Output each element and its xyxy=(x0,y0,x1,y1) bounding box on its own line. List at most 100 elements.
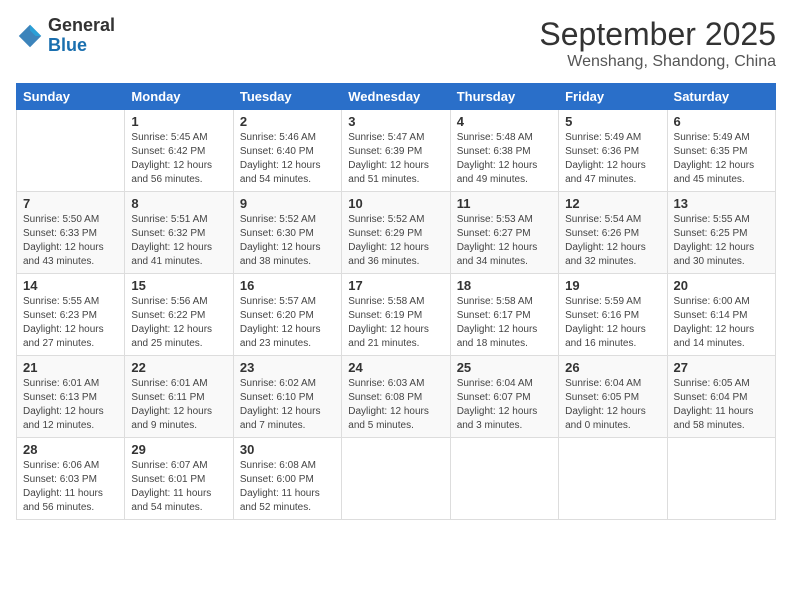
calendar-cell: 5Sunrise: 5:49 AM Sunset: 6:36 PM Daylig… xyxy=(559,110,667,192)
week-row-2: 7Sunrise: 5:50 AM Sunset: 6:33 PM Daylig… xyxy=(17,192,776,274)
calendar-cell: 7Sunrise: 5:50 AM Sunset: 6:33 PM Daylig… xyxy=(17,192,125,274)
calendar-cell: 18 Sunrise: 5:58 AM Sunset: 6:17 PM Dayli… xyxy=(450,274,558,356)
calendar-cell: 12 Sunrise: 5:54 AM Sunset: 6:26 PM Dayli… xyxy=(559,192,667,274)
calendar-cell: 6 Sunrise: 5:49 AM Sunset: 6:35 PM Daylig… xyxy=(667,110,775,192)
day-info: Sunrise: 5:49 AM Sunset: 6:35 PM Dayligh… xyxy=(674,131,769,187)
calendar-cell: 8 Sunrise: 5:51 AM Sunset: 6:32 PM Daylig… xyxy=(125,192,233,274)
calendar-cell: 19 Sunrise: 5:59 AM Sunset: 6:16 PM Dayli… xyxy=(559,274,667,356)
day-info: Sunrise: 5:55 AM Sunset: 6:23 PM Dayligh… xyxy=(23,295,118,351)
day-number: 20 xyxy=(674,278,769,293)
calendar-cell: 13 Sunrise: 5:55 AM Sunset: 6:25 PM Dayli… xyxy=(667,192,775,274)
weekday-header-wednesday: Wednesday xyxy=(342,84,450,110)
week-row-5: 28Sunrise: 6:06 AM Sunset: 6:03 PM Dayli… xyxy=(17,438,776,520)
calendar-cell: 20 Sunrise: 6:00 AM Sunset: 6:14 PM Dayli… xyxy=(667,274,775,356)
day-info: Sunrise: 5:58 AM Sunset: 6:17 PM Dayligh… xyxy=(457,295,552,351)
day-number: 1 xyxy=(131,114,226,129)
day-number: 15 xyxy=(131,278,226,293)
day-number: 13 xyxy=(674,196,769,211)
calendar-cell xyxy=(17,110,125,192)
day-info: Sunrise: 5:55 AM Sunset: 6:25 PM Dayligh… xyxy=(674,213,769,269)
day-info: Sunrise: 6:06 AM Sunset: 6:03 PM Dayligh… xyxy=(23,459,118,515)
day-info: Sunrise: 5:46 AM Sunset: 6:40 PM Dayligh… xyxy=(240,131,335,187)
day-number: 9 xyxy=(240,196,335,211)
day-info: Sunrise: 6:04 AM Sunset: 6:05 PM Dayligh… xyxy=(565,377,660,433)
day-number: 19 xyxy=(565,278,660,293)
day-info: Sunrise: 5:57 AM Sunset: 6:20 PM Dayligh… xyxy=(240,295,335,351)
day-number: 24 xyxy=(348,360,443,375)
day-info: Sunrise: 6:00 AM Sunset: 6:14 PM Dayligh… xyxy=(674,295,769,351)
day-number: 21 xyxy=(23,360,118,375)
day-info: Sunrise: 5:50 AM Sunset: 6:33 PM Dayligh… xyxy=(23,213,118,269)
day-number: 26 xyxy=(565,360,660,375)
day-number: 6 xyxy=(674,114,769,129)
day-info: Sunrise: 5:54 AM Sunset: 6:26 PM Dayligh… xyxy=(565,213,660,269)
day-info: Sunrise: 6:02 AM Sunset: 6:10 PM Dayligh… xyxy=(240,377,335,433)
day-info: Sunrise: 6:01 AM Sunset: 6:13 PM Dayligh… xyxy=(23,377,118,433)
calendar-cell: 11 Sunrise: 5:53 AM Sunset: 6:27 PM Dayli… xyxy=(450,192,558,274)
logo: General Blue xyxy=(16,16,115,56)
calendar-cell xyxy=(342,438,450,520)
calendar-cell: 24Sunrise: 6:03 AM Sunset: 6:08 PM Dayli… xyxy=(342,356,450,438)
day-info: Sunrise: 6:05 AM Sunset: 6:04 PM Dayligh… xyxy=(674,377,769,433)
calendar-cell: 14 Sunrise: 5:55 AM Sunset: 6:23 PM Dayli… xyxy=(17,274,125,356)
day-info: Sunrise: 5:59 AM Sunset: 6:16 PM Dayligh… xyxy=(565,295,660,351)
day-info: Sunrise: 5:58 AM Sunset: 6:19 PM Dayligh… xyxy=(348,295,443,351)
calendar-cell: 17 Sunrise: 5:58 AM Sunset: 6:19 PM Dayli… xyxy=(342,274,450,356)
day-number: 8 xyxy=(131,196,226,211)
weekday-header-monday: Monday xyxy=(125,84,233,110)
day-info: Sunrise: 5:47 AM Sunset: 6:39 PM Dayligh… xyxy=(348,131,443,187)
calendar-cell xyxy=(450,438,558,520)
day-info: Sunrise: 5:51 AM Sunset: 6:32 PM Dayligh… xyxy=(131,213,226,269)
calendar-cell: 9 Sunrise: 5:52 AM Sunset: 6:30 PM Daylig… xyxy=(233,192,341,274)
logo-icon xyxy=(16,22,44,50)
calendar-cell: 2Sunrise: 5:46 AM Sunset: 6:40 PM Daylig… xyxy=(233,110,341,192)
day-number: 14 xyxy=(23,278,118,293)
day-number: 22 xyxy=(131,360,226,375)
page-header: General Blue September 2025 Wenshang, Sh… xyxy=(16,16,776,71)
week-row-3: 14 Sunrise: 5:55 AM Sunset: 6:23 PM Dayli… xyxy=(17,274,776,356)
calendar-cell xyxy=(667,438,775,520)
day-number: 30 xyxy=(240,442,335,457)
day-info: Sunrise: 5:56 AM Sunset: 6:22 PM Dayligh… xyxy=(131,295,226,351)
day-number: 16 xyxy=(240,278,335,293)
calendar-cell: 1Sunrise: 5:45 AM Sunset: 6:42 PM Daylig… xyxy=(125,110,233,192)
day-number: 11 xyxy=(457,196,552,211)
day-number: 10 xyxy=(348,196,443,211)
day-info: Sunrise: 5:49 AM Sunset: 6:36 PM Dayligh… xyxy=(565,131,660,187)
calendar-cell: 27 Sunrise: 6:05 AM Sunset: 6:04 PM Dayli… xyxy=(667,356,775,438)
calendar-cell: 23 Sunrise: 6:02 AM Sunset: 6:10 PM Dayli… xyxy=(233,356,341,438)
weekday-header-sunday: Sunday xyxy=(17,84,125,110)
weekday-header-tuesday: Tuesday xyxy=(233,84,341,110)
day-number: 23 xyxy=(240,360,335,375)
month-title: September 2025 xyxy=(539,16,776,53)
calendar-cell: 15 Sunrise: 5:56 AM Sunset: 6:22 PM Dayli… xyxy=(125,274,233,356)
calendar-cell: 30 Sunrise: 6:08 AM Sunset: 6:00 PM Dayli… xyxy=(233,438,341,520)
calendar-cell: 26 Sunrise: 6:04 AM Sunset: 6:05 PM Dayli… xyxy=(559,356,667,438)
location-title: Wenshang, Shandong, China xyxy=(539,53,776,71)
calendar-cell: 21 Sunrise: 6:01 AM Sunset: 6:13 PM Dayli… xyxy=(17,356,125,438)
calendar-cell: 10 Sunrise: 5:52 AM Sunset: 6:29 PM Dayli… xyxy=(342,192,450,274)
calendar-cell xyxy=(559,438,667,520)
logo-text: General Blue xyxy=(48,16,115,56)
day-number: 27 xyxy=(674,360,769,375)
calendar-cell: 22Sunrise: 6:01 AM Sunset: 6:11 PM Dayli… xyxy=(125,356,233,438)
weekday-header-saturday: Saturday xyxy=(667,84,775,110)
day-info: Sunrise: 5:53 AM Sunset: 6:27 PM Dayligh… xyxy=(457,213,552,269)
weekday-header-row: SundayMondayTuesdayWednesdayThursdayFrid… xyxy=(17,84,776,110)
logo-blue: Blue xyxy=(48,36,115,56)
day-info: Sunrise: 6:08 AM Sunset: 6:00 PM Dayligh… xyxy=(240,459,335,515)
day-info: Sunrise: 6:04 AM Sunset: 6:07 PM Dayligh… xyxy=(457,377,552,433)
day-number: 17 xyxy=(348,278,443,293)
logo-general: General xyxy=(48,16,115,36)
calendar-table: SundayMondayTuesdayWednesdayThursdayFrid… xyxy=(16,83,776,520)
day-number: 4 xyxy=(457,114,552,129)
day-number: 18 xyxy=(457,278,552,293)
day-info: Sunrise: 5:52 AM Sunset: 6:29 PM Dayligh… xyxy=(348,213,443,269)
day-info: Sunrise: 5:52 AM Sunset: 6:30 PM Dayligh… xyxy=(240,213,335,269)
calendar-cell: 3Sunrise: 5:47 AM Sunset: 6:39 PM Daylig… xyxy=(342,110,450,192)
day-number: 12 xyxy=(565,196,660,211)
calendar-cell: 28Sunrise: 6:06 AM Sunset: 6:03 PM Dayli… xyxy=(17,438,125,520)
calendar-cell: 25Sunrise: 6:04 AM Sunset: 6:07 PM Dayli… xyxy=(450,356,558,438)
day-number: 29 xyxy=(131,442,226,457)
day-info: Sunrise: 6:07 AM Sunset: 6:01 PM Dayligh… xyxy=(131,459,226,515)
